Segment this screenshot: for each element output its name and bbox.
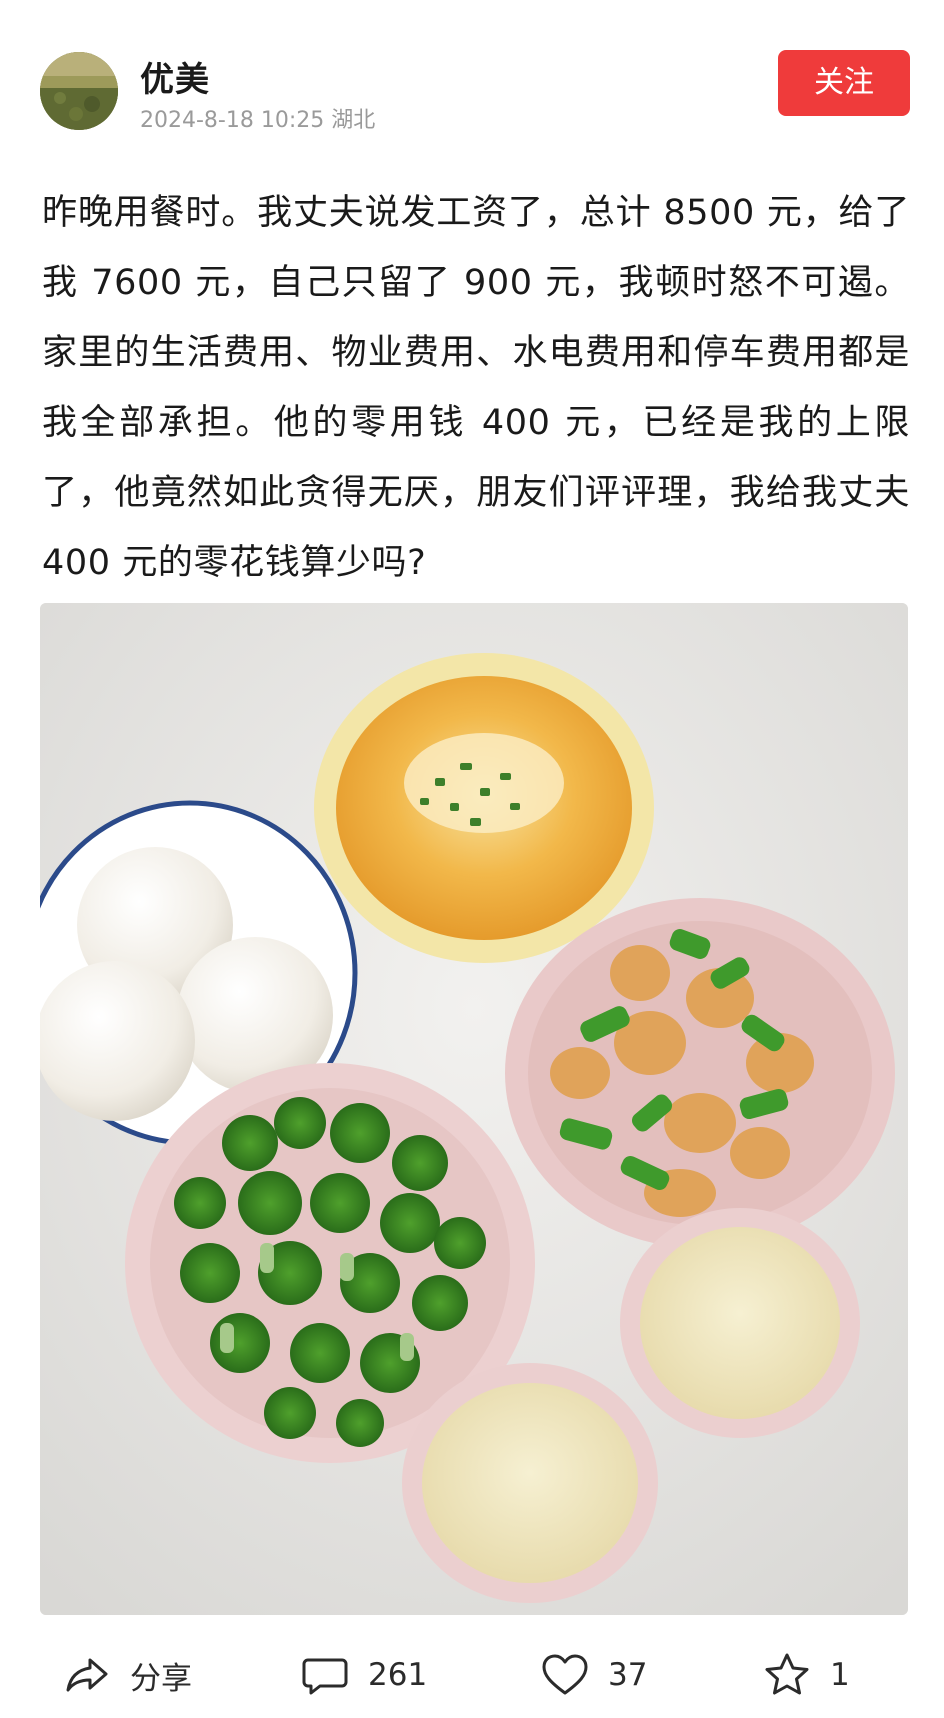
post-meta: 2024-8-18 10:25 湖北 — [140, 102, 375, 134]
follow-button[interactable]: 关注 — [778, 50, 910, 116]
comment-count: 261 — [368, 1657, 428, 1693]
porridge-bowl-right — [620, 1208, 860, 1438]
egg-bowl — [314, 653, 654, 963]
post-page: 优美 2024-8-18 10:25 湖北 关注 昨晚用餐时。我丈夫说发工资了，… — [0, 0, 944, 1718]
avatar[interactable] — [40, 52, 118, 130]
heart-icon — [542, 1654, 588, 1695]
username[interactable]: 优美 — [140, 52, 210, 101]
post-timestamp: 2024-8-18 10:25 — [140, 108, 325, 133]
share-button[interactable]: 分享 — [62, 1640, 192, 1710]
star-icon — [765, 1653, 809, 1695]
share-icon — [66, 1658, 108, 1692]
post-location: 湖北 — [331, 108, 376, 133]
like-count: 37 — [608, 1657, 648, 1693]
like-button[interactable]: 37 — [540, 1640, 647, 1710]
comment-button[interactable]: 261 — [300, 1640, 427, 1710]
post-text: 昨晚用餐时。我丈夫说发工资了，总计 8500 元，给了我 7600 元，自己只留… — [42, 193, 910, 583]
post-photo[interactable] — [40, 603, 908, 1615]
action-bar: 分享 261 37 1 — [0, 1640, 944, 1710]
star-count: 1 — [830, 1657, 850, 1693]
porridge-bowl-bottom — [402, 1363, 658, 1603]
share-label: 分享 — [130, 1660, 192, 1697]
favorite-button[interactable]: 1 — [762, 1640, 850, 1710]
potato-pepper-bowl — [505, 898, 895, 1248]
comment-icon — [302, 1658, 348, 1695]
